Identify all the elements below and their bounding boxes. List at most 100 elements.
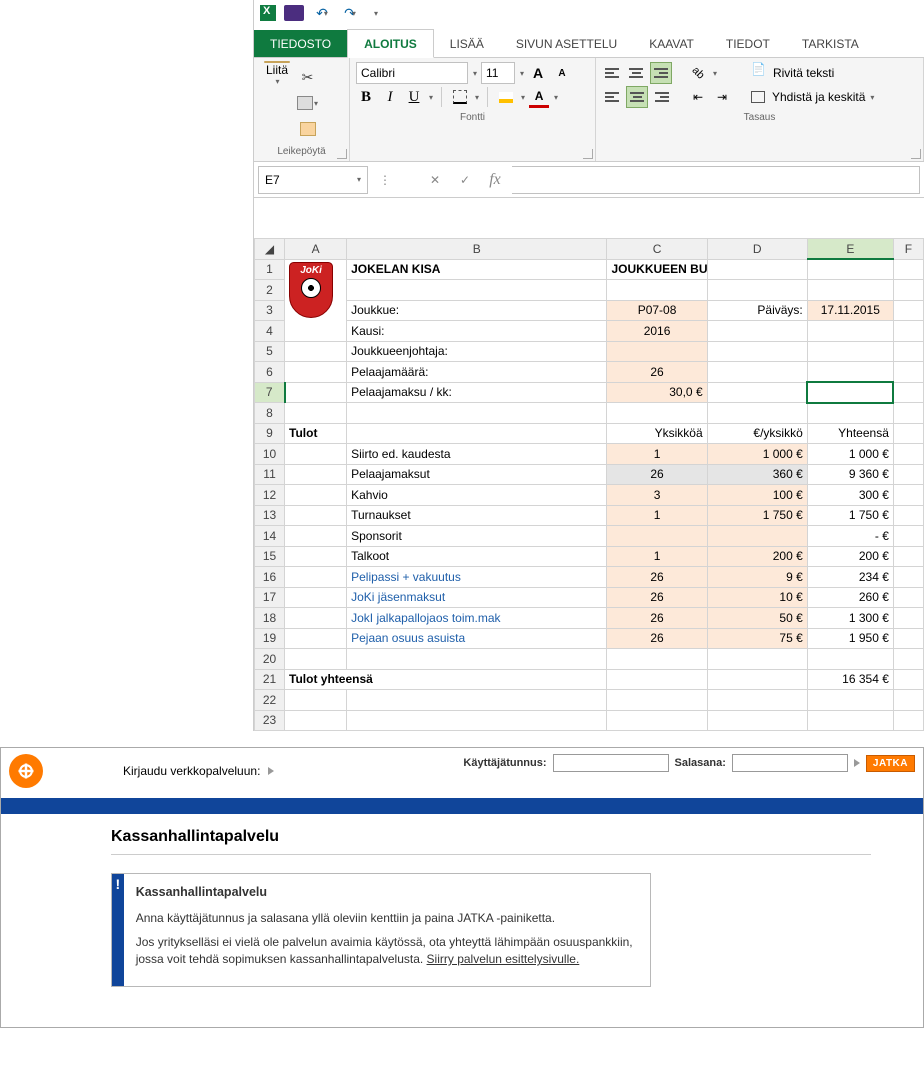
col-header-D[interactable]: D xyxy=(707,239,807,260)
undo-split[interactable]: ▾ xyxy=(324,9,328,18)
continue-button[interactable]: JATKA xyxy=(866,755,915,772)
cell-E13[interactable]: 1 750 € xyxy=(807,505,893,526)
wrap-text-button[interactable]: 📄 xyxy=(748,62,769,84)
paste-button[interactable]: Liitä ▾ xyxy=(260,62,294,84)
cell-D3[interactable]: Päiväys: xyxy=(707,300,807,321)
save-button[interactable] xyxy=(284,5,304,21)
cell-D16[interactable]: 9 € xyxy=(707,567,807,588)
row-header[interactable]: 5 xyxy=(255,341,285,362)
cell-B13[interactable]: Turnaukset xyxy=(347,505,607,526)
cell-A1[interactable]: JoKi xyxy=(285,259,347,341)
cell-E9[interactable]: Yhteensä xyxy=(807,423,893,444)
cell-F1[interactable] xyxy=(893,259,923,280)
row-header[interactable]: 4 xyxy=(255,321,285,342)
font-launcher[interactable] xyxy=(583,149,593,159)
row-header[interactable]: 15 xyxy=(255,546,285,567)
grid[interactable]: ◢ A B C D E F 1 JoKi J xyxy=(254,238,924,731)
bold-button[interactable]: B xyxy=(356,86,376,108)
cell-B3[interactable]: Joukkue: xyxy=(347,300,607,321)
cell-A21[interactable]: Tulot yhteensä xyxy=(285,669,607,690)
cell-D10[interactable]: 1 000 € xyxy=(707,444,807,465)
cell-B6[interactable]: Pelaajamäärä: xyxy=(347,362,607,383)
row-header[interactable]: 9 xyxy=(255,423,285,444)
cell-C17[interactable]: 26 xyxy=(607,587,707,608)
row-header[interactable]: 11 xyxy=(255,464,285,485)
row-header[interactable]: 20 xyxy=(255,649,285,670)
cell-E15[interactable]: 200 € xyxy=(807,546,893,567)
tab-home[interactable]: ALOITUS xyxy=(347,29,434,58)
paste-split[interactable]: ▾ xyxy=(275,77,279,86)
underline-split[interactable]: ▾ xyxy=(429,93,433,102)
redo-split[interactable]: ▾ xyxy=(352,9,356,18)
borders-split[interactable]: ▾ xyxy=(475,93,479,102)
username-input[interactable] xyxy=(553,754,669,772)
cell-C3[interactable]: P07-08 xyxy=(607,300,707,321)
cell-C14[interactable] xyxy=(607,526,707,547)
row-header[interactable]: 8 xyxy=(255,403,285,424)
row-header[interactable]: 2 xyxy=(255,280,285,301)
cell-E10[interactable]: 1 000 € xyxy=(807,444,893,465)
fill-color-button[interactable] xyxy=(496,86,516,108)
align-middle-button[interactable] xyxy=(626,62,646,84)
row-header[interactable]: 23 xyxy=(255,710,285,731)
font-color-split[interactable]: ▾ xyxy=(554,93,558,102)
row-header[interactable]: 14 xyxy=(255,526,285,547)
namebox-more-button[interactable]: ⋮ xyxy=(372,167,398,193)
align-left-button[interactable] xyxy=(602,86,622,108)
align-bottom-button[interactable] xyxy=(650,62,672,84)
cell-B14[interactable]: Sponsorit xyxy=(347,526,607,547)
cancel-formula-button[interactable]: ✕ xyxy=(422,167,448,193)
font-color-button[interactable]: A xyxy=(529,86,549,108)
tab-data[interactable]: TIEDOT xyxy=(710,30,786,57)
row-header[interactable]: 16 xyxy=(255,567,285,588)
font-name-drop[interactable]: ▾ xyxy=(473,69,477,78)
cell-B15[interactable]: Talkoot xyxy=(347,546,607,567)
cell-E7[interactable] xyxy=(807,382,893,403)
col-header-E[interactable]: E xyxy=(807,239,893,260)
cell-B12[interactable]: Kahvio xyxy=(347,485,607,506)
enter-formula-button[interactable]: ✓ xyxy=(452,167,478,193)
row-header[interactable]: 3 xyxy=(255,300,285,321)
alignment-launcher[interactable] xyxy=(911,149,921,159)
col-header-F[interactable]: F xyxy=(893,239,923,260)
cell-C18[interactable]: 26 xyxy=(607,608,707,629)
tab-insert[interactable]: LISÄÄ xyxy=(434,30,500,57)
cell-B19[interactable]: Pejaan osuus asuista xyxy=(347,628,607,649)
fill-split[interactable]: ▾ xyxy=(521,93,525,102)
cell-D9[interactable]: €/yksikkö xyxy=(707,423,807,444)
worksheet[interactable]: ◢ A B C D E F 1 JoKi J xyxy=(254,238,924,731)
increase-indent-button[interactable]: ⇥ xyxy=(712,86,732,108)
cell-E19[interactable]: 1 950 € xyxy=(807,628,893,649)
tab-pagelayout[interactable]: SIVUN ASETTELU xyxy=(500,30,633,57)
cell-D1[interactable] xyxy=(707,259,807,280)
redo-button[interactable]: ↷▾ xyxy=(340,2,360,24)
name-box[interactable]: E7 ▾ xyxy=(258,166,368,194)
tab-formulas[interactable]: KAAVAT xyxy=(633,30,710,57)
row-header[interactable]: 1 xyxy=(255,259,285,280)
cell-C15[interactable]: 1 xyxy=(607,546,707,567)
cell-E1[interactable] xyxy=(807,259,893,280)
cell-B11[interactable]: Pelaajamaksut xyxy=(347,464,607,485)
cell-D15[interactable]: 200 € xyxy=(707,546,807,567)
cell-E21[interactable]: 16 354 € xyxy=(807,669,893,690)
insert-function-button[interactable]: fx xyxy=(482,167,508,193)
row-header[interactable]: 10 xyxy=(255,444,285,465)
cell-C12[interactable]: 3 xyxy=(607,485,707,506)
tab-file[interactable]: TIEDOSTO xyxy=(254,30,347,57)
cell-C4[interactable]: 2016 xyxy=(607,321,707,342)
copy-button[interactable]: ▾ xyxy=(294,92,321,114)
cell-C11[interactable]: 26 xyxy=(607,464,707,485)
cell-D14[interactable] xyxy=(707,526,807,547)
cell-E11[interactable]: 9 360 € xyxy=(807,464,893,485)
cell-B4[interactable]: Kausi: xyxy=(347,321,607,342)
borders-button[interactable] xyxy=(450,86,470,108)
font-size-drop[interactable]: ▾ xyxy=(520,69,524,78)
info-link[interactable]: Siirry palvelun esittelysivulle. xyxy=(427,952,580,966)
cell-B16[interactable]: Pelipassi + vakuutus xyxy=(347,567,607,588)
cell-E18[interactable]: 1 300 € xyxy=(807,608,893,629)
customize-qat-button[interactable]: ▾ xyxy=(368,2,388,24)
cut-button[interactable]: ✂ xyxy=(294,66,321,88)
cell-E17[interactable]: 260 € xyxy=(807,587,893,608)
cell-D13[interactable]: 1 750 € xyxy=(707,505,807,526)
cell-E14[interactable]: - € xyxy=(807,526,893,547)
